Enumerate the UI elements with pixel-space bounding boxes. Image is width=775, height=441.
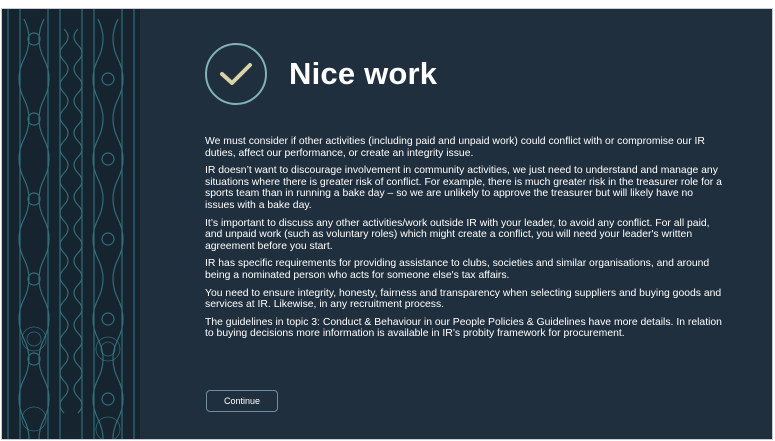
paragraph: IR doesn’t want to discourage involvemen… [205,165,722,211]
continue-button[interactable]: Continue [206,390,278,412]
content-area: Nice work We must consider if other acti… [205,9,725,439]
paragraph: The guidelines in topic 3: Conduct & Beh… [205,316,722,340]
lesson-card: Nice work We must consider if other acti… [1,8,773,440]
paragraph: You need to ensure integrity, honesty, f… [205,287,722,311]
success-badge [205,43,267,105]
header: Nice work [205,39,437,109]
decorative-pattern-panel [2,9,140,439]
kowhaiwhai-pattern [7,9,135,439]
body-text: We must consider if other activities (in… [205,136,725,346]
paragraph: It’s important to discuss any other acti… [205,217,710,252]
checkmark-icon [220,63,252,85]
page-title: Nice work [289,56,438,91]
paragraph: We must consider if other activities (in… [205,136,705,159]
paragraph: IR has specific requirements for providi… [205,258,710,281]
